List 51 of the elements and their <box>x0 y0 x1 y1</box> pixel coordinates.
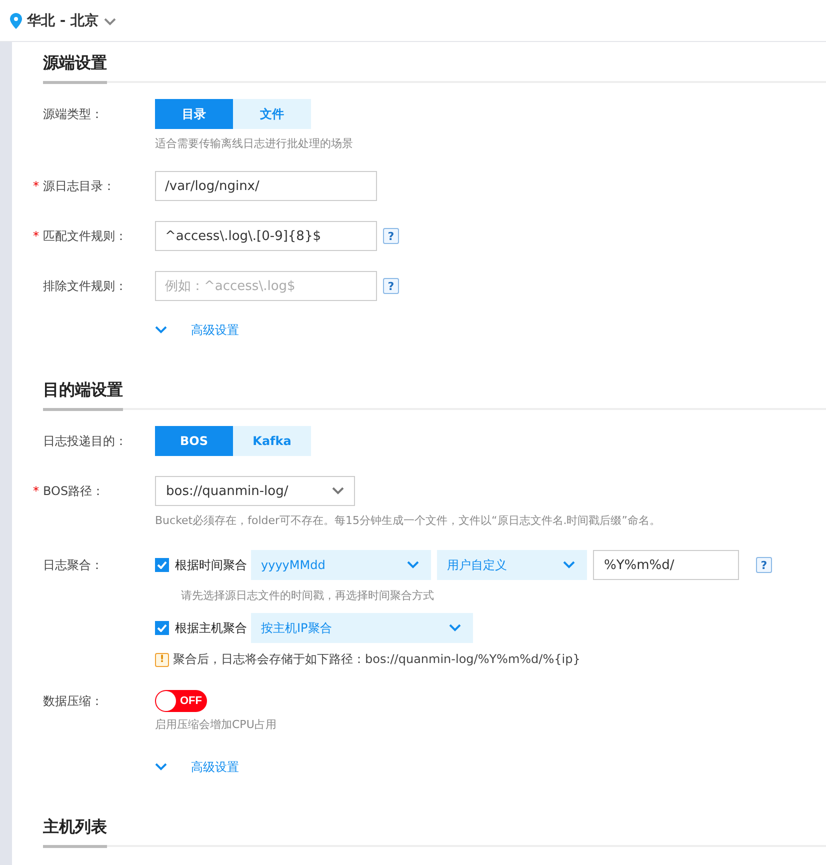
input-field[interactable]: %Y%m%d/ <box>593 550 739 580</box>
notice-text: 聚合后，日志将会存储于如下路径：bos://quanmin-log/%Y%m%d/%{ip} <box>173 651 580 668</box>
section-title: 目的端设置 <box>43 369 123 411</box>
chevron-down-icon <box>332 487 344 495</box>
input-field[interactable]: 例如：^access\.log$ <box>155 271 377 301</box>
checkbox[interactable] <box>155 621 169 635</box>
chevron-down-icon <box>407 561 419 569</box>
section-title: 源端设置 <box>43 42 107 84</box>
checkbox[interactable] <box>155 558 169 572</box>
hint-text: 启用压缩会增加CPU占用 <box>155 717 276 732</box>
input-field[interactable]: /var/log/nginx/ <box>155 171 377 201</box>
help-icon[interactable]: ? <box>383 228 399 244</box>
help-icon[interactable]: ? <box>756 557 772 573</box>
path-dropdown[interactable]: bos://quanmin-log/ <box>155 476 355 506</box>
field-label: 日志聚合： <box>43 558 103 572</box>
location-pin-icon <box>10 12 22 28</box>
region-selector[interactable]: 华北 - 北京 <box>27 12 99 30</box>
warning-icon: ! <box>155 652 169 666</box>
chevron-down-icon <box>563 561 575 569</box>
advanced-settings-link[interactable]: 高级设置 <box>191 322 239 338</box>
segment-option[interactable]: 目录 <box>155 99 233 129</box>
field-label: 数据压缩： <box>43 694 103 708</box>
field-label: 源日志目录： <box>43 179 115 193</box>
field-label: 源端类型： <box>43 107 103 121</box>
format-dropdown[interactable]: yyyyMMdd <box>251 550 431 580</box>
input-field[interactable]: ^access\.log\.[0-9]{8}$ <box>155 221 377 251</box>
host-mode-dropdown[interactable]: 按主机IP聚合 <box>251 613 473 643</box>
segment-option[interactable]: BOS <box>155 426 233 456</box>
field-label: 日志投递目的： <box>43 434 127 448</box>
chevron-down-icon <box>449 624 461 632</box>
segment-option[interactable]: Kafka <box>233 426 311 456</box>
segment-option[interactable]: 文件 <box>233 99 311 129</box>
toggle-switch[interactable]: OFF <box>155 690 207 712</box>
mode-dropdown[interactable]: 用户自定义 <box>437 550 587 580</box>
advanced-settings-link[interactable]: 高级设置 <box>191 758 239 776</box>
hint-text: 请先选择源日志文件的时间戳，再选择时间聚合方式 <box>181 588 435 603</box>
help-icon[interactable]: ? <box>383 278 399 294</box>
hint-text: 适合需要传输离线日志进行批处理的场景 <box>155 136 353 151</box>
checkbox-label: 根据时间聚合 <box>175 556 247 574</box>
chevron-down-icon <box>155 763 167 771</box>
field-label: BOS路径： <box>43 484 104 498</box>
hint-text: Bucket必须存在，folder可不存在。每15分钟生成一个文件，文件以“原日志文件名.时间戳后缀”命名。 <box>155 513 660 528</box>
chevron-down-icon <box>104 18 116 26</box>
field-label: 排除文件规则： <box>43 279 127 293</box>
chevron-down-icon <box>155 326 167 334</box>
required-mark: * <box>33 483 39 500</box>
required-mark: * <box>33 228 39 245</box>
checkbox-label: 根据主机聚合 <box>175 620 247 636</box>
required-mark: * <box>33 178 39 195</box>
field-label: 匹配文件规则： <box>43 229 127 243</box>
section-title: 主机列表 <box>43 806 107 848</box>
